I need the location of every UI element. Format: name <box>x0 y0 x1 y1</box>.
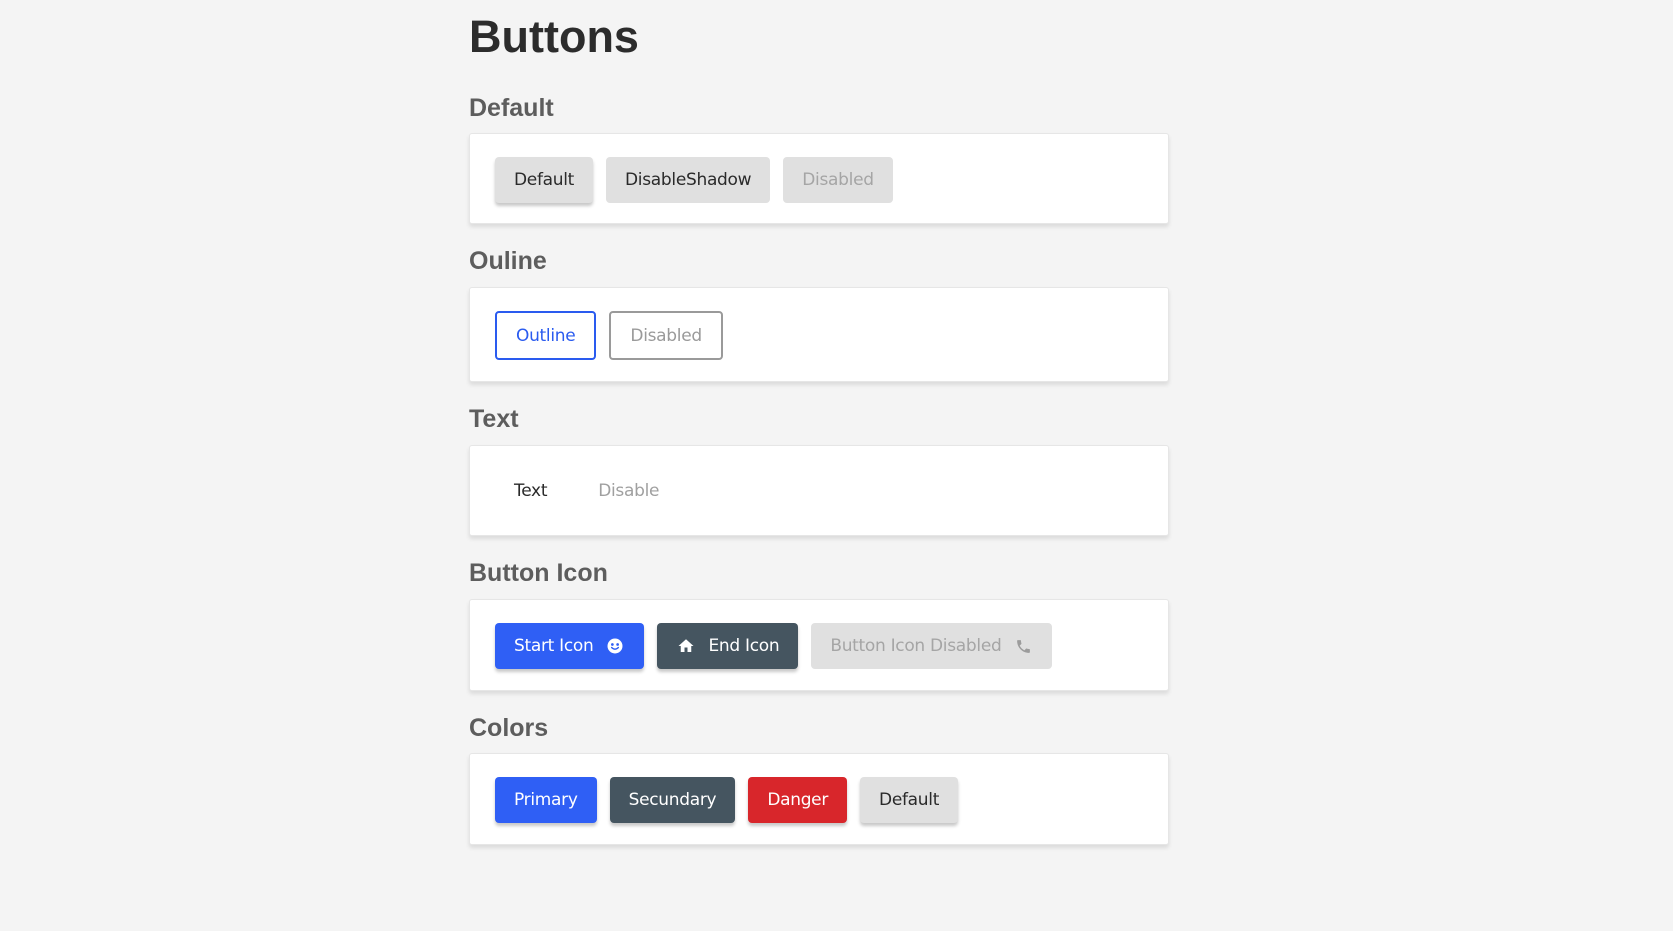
outline-button[interactable]: Outline <box>495 311 597 360</box>
button-icon-disabled-label: Button Icon Disabled <box>830 636 1002 656</box>
start-icon-button[interactable]: Start Icon <box>495 623 645 669</box>
disable-shadow-button[interactable]: DisableShadow <box>606 157 771 203</box>
text-card: Text Disable <box>469 445 1169 536</box>
default-button-row: Default DisableShadow Disabled <box>495 157 893 203</box>
text-button[interactable]: Text <box>495 468 566 514</box>
button-icon-card: Start Icon End Icon Button Icon Disabled <box>469 599 1169 691</box>
page-title: Buttons <box>469 11 639 62</box>
outline-card: Outline Disabled <box>469 287 1169 382</box>
disabled-button: Disabled <box>783 157 893 203</box>
text-button-row: Text Disable <box>495 468 678 514</box>
button-icon-row: Start Icon End Icon Button Icon Disabled <box>495 623 1053 669</box>
section-title-default: Default <box>469 94 554 122</box>
color-default-button[interactable]: Default <box>860 777 959 823</box>
section-title-text: Text <box>469 405 519 433</box>
start-icon-button-label: Start Icon <box>514 636 594 656</box>
default-card: Default DisableShadow Disabled <box>469 133 1169 224</box>
colors-card: Primary Secundary Danger Default <box>469 753 1169 845</box>
button-icon-disabled-button: Button Icon Disabled <box>811 623 1053 669</box>
text-disabled-button: Disable <box>579 468 678 514</box>
home-icon <box>676 636 696 656</box>
section-title-colors: Colors <box>469 714 549 742</box>
section-title-button-icon: Button Icon <box>469 559 608 587</box>
phone-icon <box>1013 636 1033 656</box>
colors-button-row: Primary Secundary Danger Default <box>495 777 959 823</box>
danger-button[interactable]: Danger <box>748 777 848 823</box>
smiley-face-icon <box>605 636 625 656</box>
primary-button[interactable]: Primary <box>495 777 597 823</box>
end-icon-button[interactable]: End Icon <box>657 623 799 669</box>
end-icon-button-label: End Icon <box>708 636 780 656</box>
outline-button-row: Outline Disabled <box>495 311 723 360</box>
secondary-button[interactable]: Secundary <box>609 777 736 823</box>
outline-disabled-button: Disabled <box>609 311 723 360</box>
default-button[interactable]: Default <box>495 157 594 203</box>
section-title-outline: Ouline <box>469 247 547 275</box>
